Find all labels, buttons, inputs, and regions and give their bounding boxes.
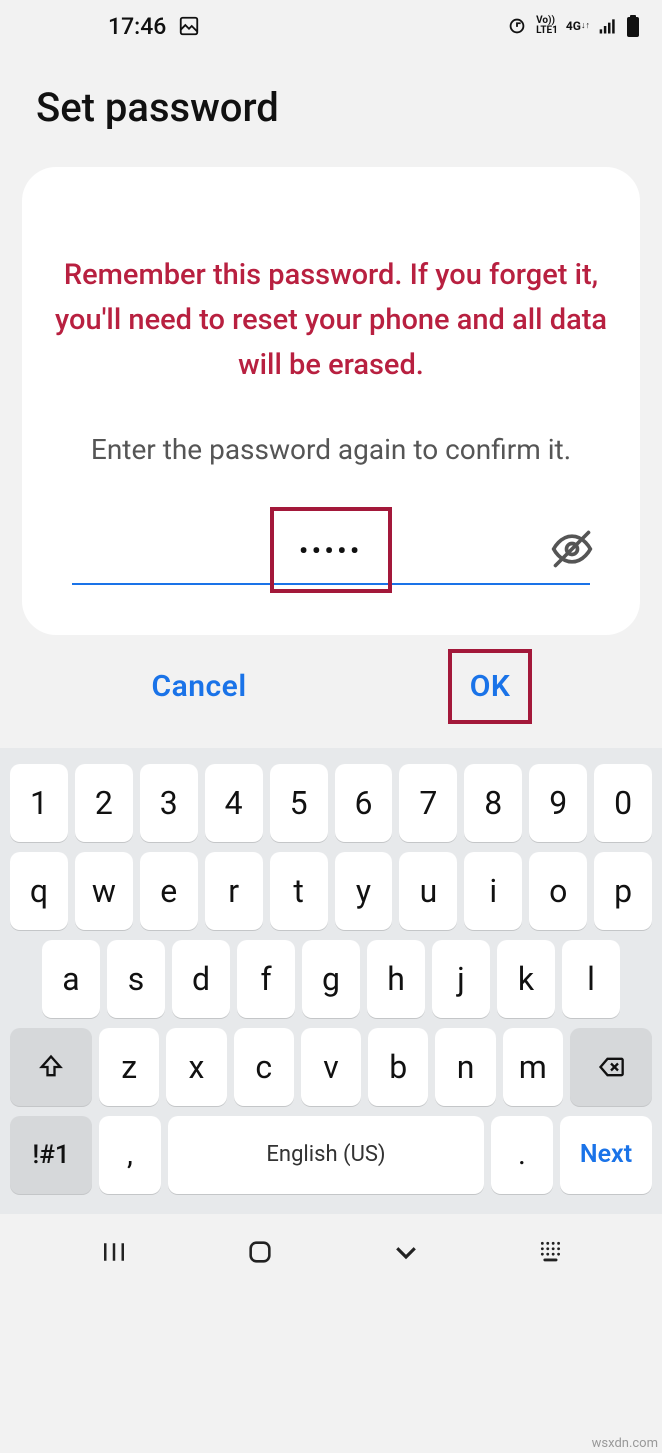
home-icon[interactable] xyxy=(246,1238,274,1270)
visibility-off-icon[interactable] xyxy=(550,527,594,575)
nav-bar xyxy=(0,1214,662,1294)
recents-icon[interactable] xyxy=(99,1237,129,1271)
alarm-icon xyxy=(506,15,528,37)
key-p[interactable]: p xyxy=(594,852,652,930)
password-card: Remember this password. If you forget it… xyxy=(22,167,640,635)
period-key[interactable]: . xyxy=(491,1116,553,1194)
keyboard-grid-icon[interactable] xyxy=(538,1239,564,1269)
space-key[interactable]: English (US) xyxy=(168,1116,484,1194)
backspace-key[interactable] xyxy=(570,1028,652,1106)
key-k[interactable]: k xyxy=(497,940,555,1018)
warning-text: Remember this password. If you forget it… xyxy=(54,253,608,388)
password-input[interactable]: ••••• xyxy=(72,519,590,585)
shift-key[interactable] xyxy=(10,1028,92,1106)
key-m[interactable]: m xyxy=(503,1028,563,1106)
key-9[interactable]: 9 xyxy=(529,764,587,842)
page-title: Set password xyxy=(0,52,662,167)
instruction-text: Enter the password again to confirm it. xyxy=(54,428,608,473)
key-n[interactable]: n xyxy=(435,1028,495,1106)
key-6[interactable]: 6 xyxy=(335,764,393,842)
key-w[interactable]: w xyxy=(75,852,133,930)
key-i[interactable]: i xyxy=(464,852,522,930)
key-7[interactable]: 7 xyxy=(399,764,457,842)
volte-icon: Vo))LTE1 xyxy=(536,16,558,36)
key-v[interactable]: v xyxy=(301,1028,361,1106)
key-8[interactable]: 8 xyxy=(464,764,522,842)
network-4g-icon: 4G↓↑ xyxy=(566,21,590,32)
symbols-key[interactable]: !#1 xyxy=(10,1116,92,1194)
next-key[interactable]: Next xyxy=(560,1116,652,1194)
status-time: 17:46 xyxy=(108,13,166,40)
key-g[interactable]: g xyxy=(302,940,360,1018)
button-row: Cancel OK xyxy=(0,635,662,748)
image-icon xyxy=(178,15,200,37)
key-o[interactable]: o xyxy=(529,852,587,930)
keyboard: 1234567890 qwertyuiop asdfghjkl zxcvbnm … xyxy=(0,748,662,1214)
key-u[interactable]: u xyxy=(399,852,457,930)
collapse-keyboard-icon[interactable] xyxy=(391,1237,421,1271)
status-bar: 17:46 Vo))LTE1 4G↓↑ xyxy=(0,0,662,52)
key-1[interactable]: 1 xyxy=(10,764,68,842)
key-b[interactable]: b xyxy=(368,1028,428,1106)
key-z[interactable]: z xyxy=(99,1028,159,1106)
key-h[interactable]: h xyxy=(367,940,425,1018)
ok-button[interactable]: OK xyxy=(470,669,511,704)
key-t[interactable]: t xyxy=(270,852,328,930)
key-a[interactable]: a xyxy=(42,940,100,1018)
key-4[interactable]: 4 xyxy=(205,764,263,842)
key-3[interactable]: 3 xyxy=(140,764,198,842)
key-r[interactable]: r xyxy=(205,852,263,930)
battery-icon xyxy=(626,15,640,37)
key-5[interactable]: 5 xyxy=(270,764,328,842)
key-0[interactable]: 0 xyxy=(594,764,652,842)
comma-key[interactable]: , xyxy=(99,1116,161,1194)
key-l[interactable]: l xyxy=(562,940,620,1018)
cancel-button[interactable]: Cancel xyxy=(152,669,247,704)
key-x[interactable]: x xyxy=(166,1028,226,1106)
key-e[interactable]: e xyxy=(140,852,198,930)
key-s[interactable]: s xyxy=(107,940,165,1018)
key-f[interactable]: f xyxy=(237,940,295,1018)
signal-icon xyxy=(598,16,618,36)
key-j[interactable]: j xyxy=(432,940,490,1018)
key-c[interactable]: c xyxy=(234,1028,294,1106)
watermark: wsxdn.com xyxy=(592,1436,658,1451)
key-q[interactable]: q xyxy=(10,852,68,930)
key-d[interactable]: d xyxy=(172,940,230,1018)
key-y[interactable]: y xyxy=(335,852,393,930)
key-2[interactable]: 2 xyxy=(75,764,133,842)
password-mask: ••••• xyxy=(299,537,363,565)
